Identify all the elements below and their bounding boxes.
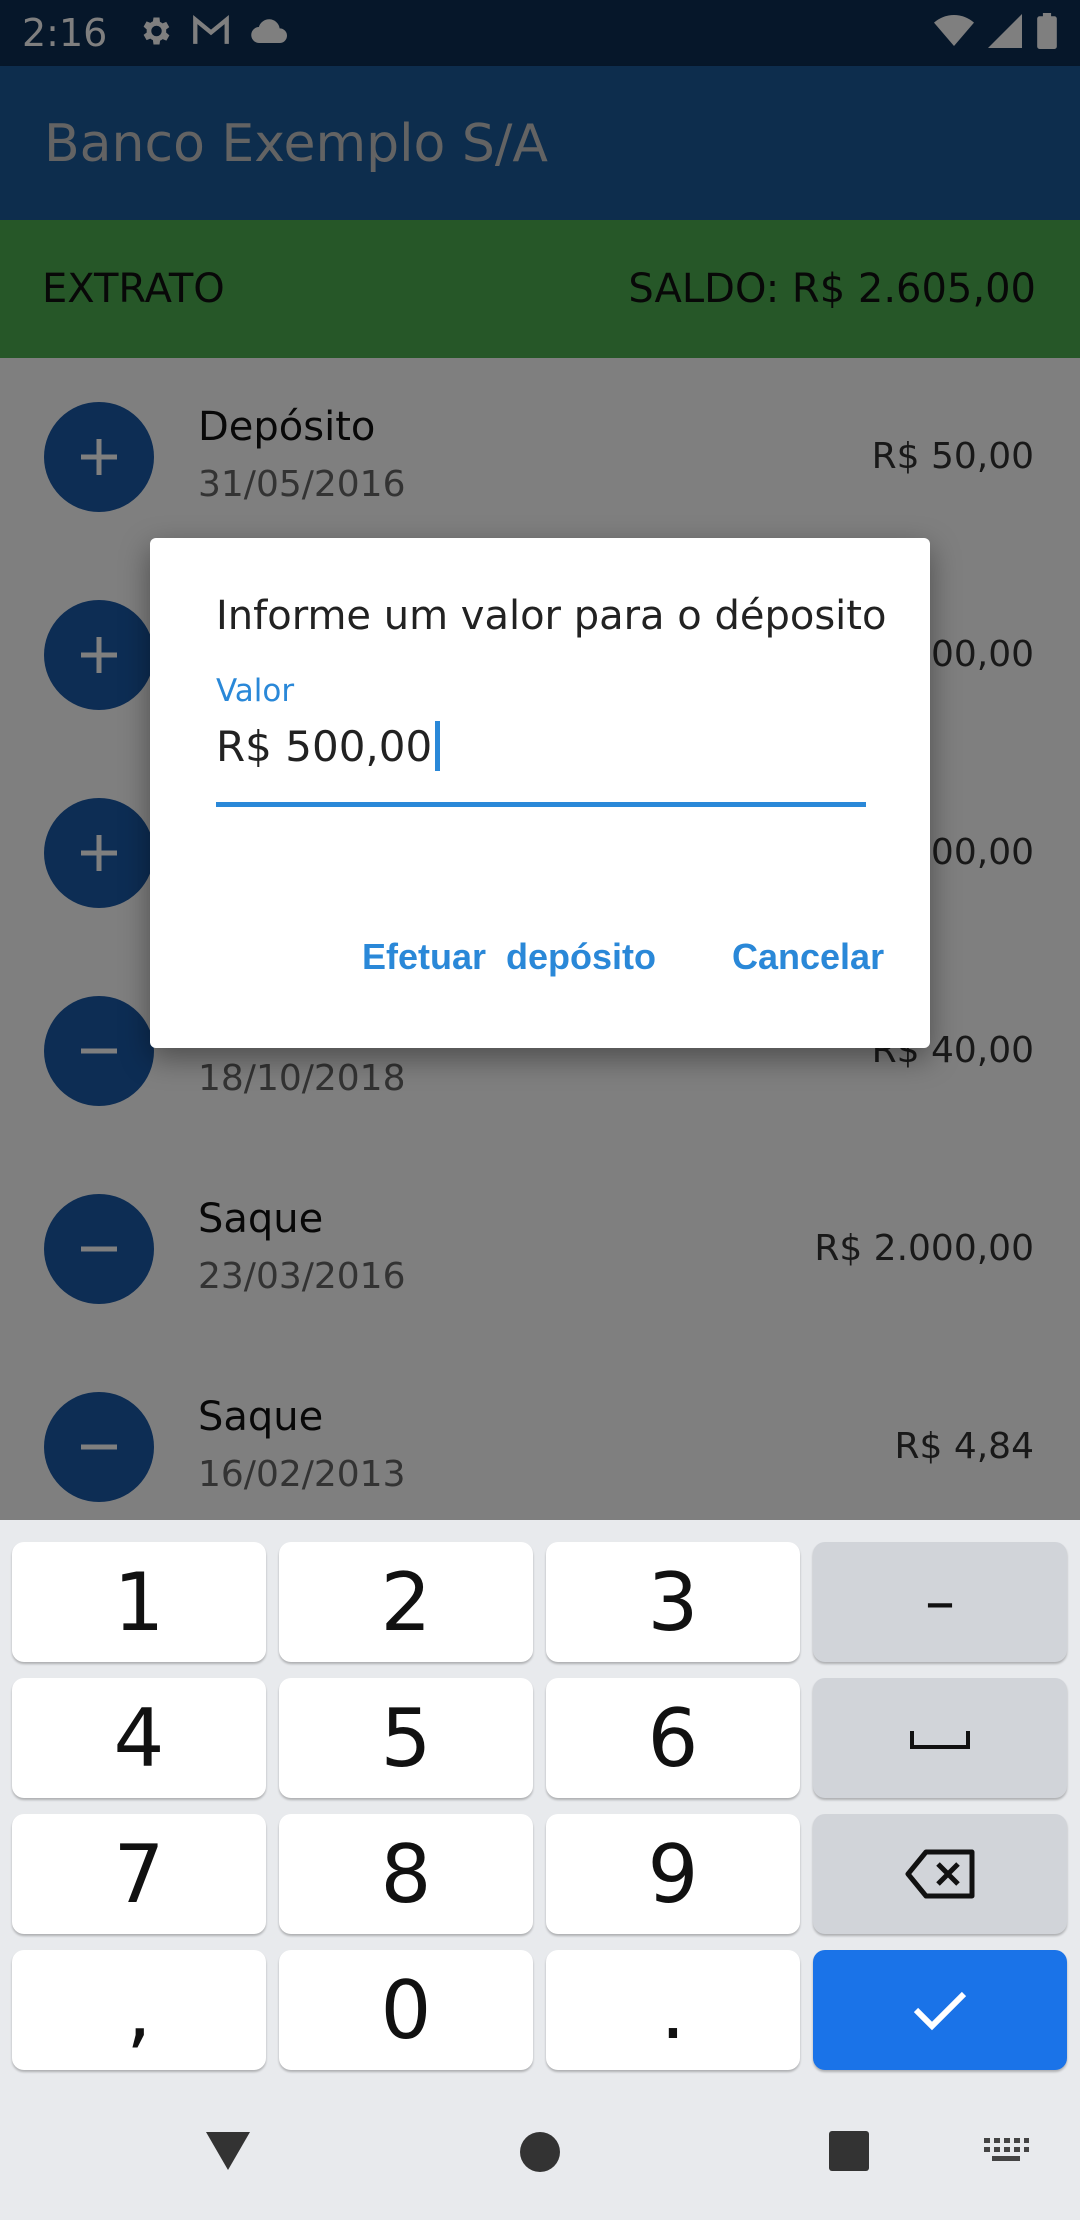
- space-icon: [910, 1731, 970, 1749]
- amount-input-underline: [216, 802, 866, 807]
- key-comma[interactable]: ,: [12, 1950, 266, 2070]
- key-4[interactable]: 4: [12, 1678, 266, 1798]
- key-space[interactable]: [813, 1678, 1067, 1798]
- cancel-button[interactable]: Cancelar: [732, 936, 884, 978]
- dialog-title: Informe um valor para o déposito: [216, 593, 887, 639]
- amount-field-label: Valor: [216, 673, 295, 709]
- key-9[interactable]: 9: [546, 1814, 800, 1934]
- key-7[interactable]: 7: [12, 1814, 266, 1934]
- system-navigation-bar: [0, 2080, 1080, 2220]
- key-enter[interactable]: [813, 1950, 1067, 2070]
- key-6[interactable]: 6: [546, 1678, 800, 1798]
- keyboard-switch-icon[interactable]: [982, 2136, 1030, 2173]
- recents-icon[interactable]: [828, 2130, 870, 2177]
- check-icon: [913, 1991, 967, 2031]
- amount-input[interactable]: R$ 500,00: [216, 716, 441, 776]
- backspace-icon: [905, 1849, 975, 1899]
- key-1[interactable]: 1: [12, 1542, 266, 1662]
- key-period[interactable]: .: [546, 1950, 800, 2070]
- confirm-deposit-button[interactable]: Efetuar depósito: [362, 936, 656, 978]
- key-minus[interactable]: –: [813, 1542, 1067, 1662]
- home-icon[interactable]: [518, 2130, 562, 2179]
- key-0[interactable]: 0: [279, 1950, 533, 2070]
- numeric-keyboard: 1 2 3 – 4 5 6 7 8 9 , 0 .: [0, 1520, 1080, 2080]
- key-backspace[interactable]: [813, 1814, 1067, 1934]
- deposit-dialog: Informe um valor para o déposito Valor R…: [150, 538, 930, 1048]
- key-5[interactable]: 5: [279, 1678, 533, 1798]
- key-8[interactable]: 8: [279, 1814, 533, 1934]
- amount-input-value: R$ 500,00: [216, 721, 433, 771]
- back-icon[interactable]: [204, 2130, 252, 2177]
- key-2[interactable]: 2: [279, 1542, 533, 1662]
- key-3[interactable]: 3: [546, 1542, 800, 1662]
- text-cursor: [435, 721, 441, 771]
